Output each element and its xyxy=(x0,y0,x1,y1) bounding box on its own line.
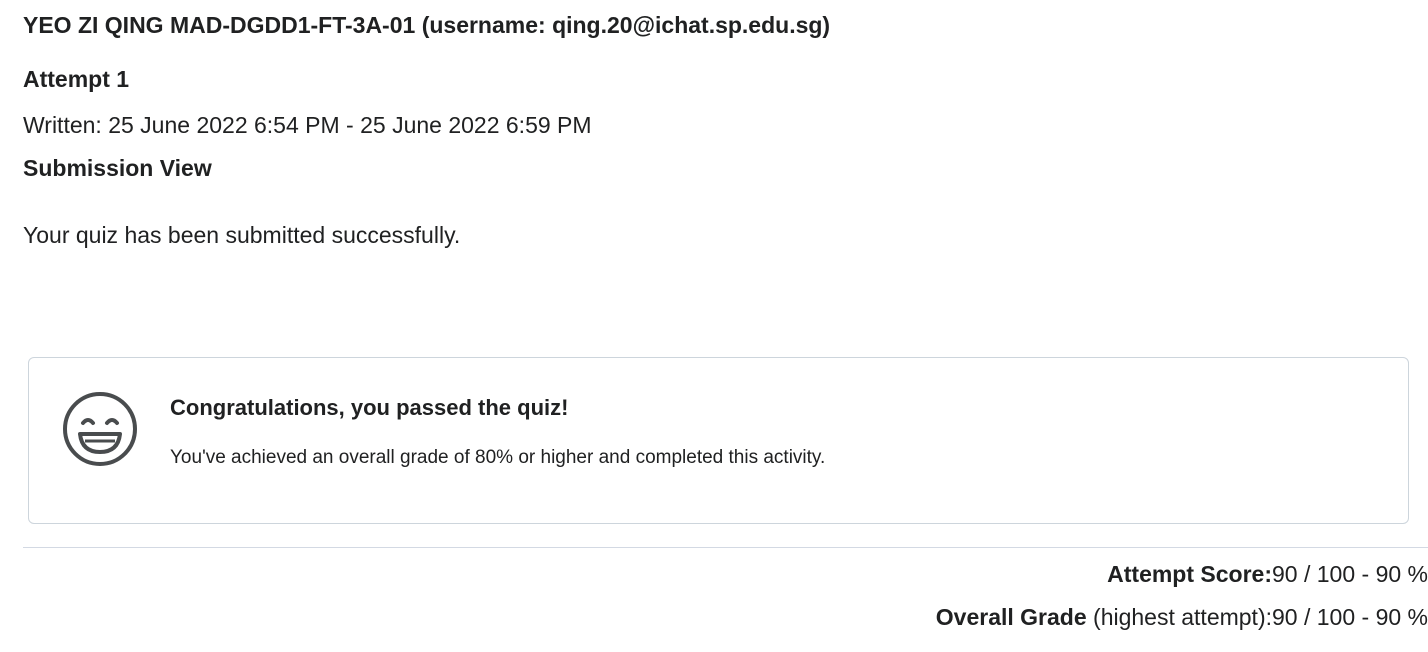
attempt-title: Attempt 1 xyxy=(23,66,130,92)
overall-grade-row: Overall Grade (highest attempt):90 / 100… xyxy=(936,604,1428,631)
attempt-score-value: 90 / 100 - 90 % xyxy=(1272,561,1428,587)
overall-grade-label: Overall Grade xyxy=(935,604,1087,630)
pass-title: Congratulations, you passed the quiz! xyxy=(170,395,569,420)
attempt-score-row: Attempt Score:90 / 100 - 90 % xyxy=(1107,561,1428,588)
submission-view-heading: Submission View xyxy=(23,155,212,181)
submission-success-message: Your quiz has been submitted successfull… xyxy=(23,222,461,248)
divider xyxy=(23,547,1428,548)
overall-grade-value: 90 / 100 - 90 % xyxy=(1272,604,1428,630)
overall-grade-sublabel: (highest attempt): xyxy=(1086,604,1272,630)
smiley-face-icon xyxy=(63,392,137,466)
pass-notification-card: Congratulations, you passed the quiz! Yo… xyxy=(28,357,1409,524)
attempt-score-label: Attempt Score: xyxy=(1107,561,1272,587)
user-heading: YEO ZI QING MAD-DGDD1-FT-3A-01 (username… xyxy=(23,12,831,38)
pass-detail: You've achieved an overall grade of 80% … xyxy=(170,447,826,468)
written-timestamp: Written: 25 June 2022 6:54 PM - 25 June … xyxy=(23,112,592,138)
